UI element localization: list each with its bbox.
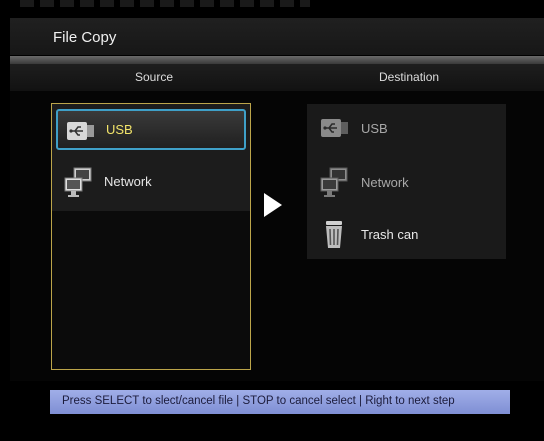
source-item-network-label: Network — [104, 174, 152, 189]
source-item-usb-label: USB — [106, 122, 133, 137]
hint-text: Press SELECT to slect/cancel file | STOP… — [62, 395, 455, 407]
destination-item-trash-can[interactable]: Trash can — [312, 214, 502, 254]
usb-icon — [321, 119, 348, 137]
network-icon — [320, 167, 348, 197]
top-decoration — [20, 0, 310, 7]
next-step-arrow-icon — [264, 193, 282, 217]
source-item-usb[interactable]: USB — [56, 109, 246, 150]
destination-item-trash-can-label: Trash can — [361, 227, 419, 242]
title-divider — [10, 56, 544, 64]
column-header-bar — [10, 64, 544, 91]
source-header: Source — [135, 70, 174, 84]
destination-header: Destination — [379, 70, 440, 84]
destination-item-usb[interactable]: USB — [312, 108, 502, 148]
destination-item-network[interactable]: Network — [312, 162, 502, 202]
usb-icon — [67, 122, 94, 140]
trash-can-icon — [326, 221, 342, 248]
network-icon — [64, 167, 92, 197]
page-title: File Copy — [53, 29, 117, 46]
source-item-network[interactable]: Network — [56, 162, 246, 203]
destination-item-usb-label: USB — [361, 121, 388, 136]
destination-item-network-label: Network — [361, 175, 409, 190]
